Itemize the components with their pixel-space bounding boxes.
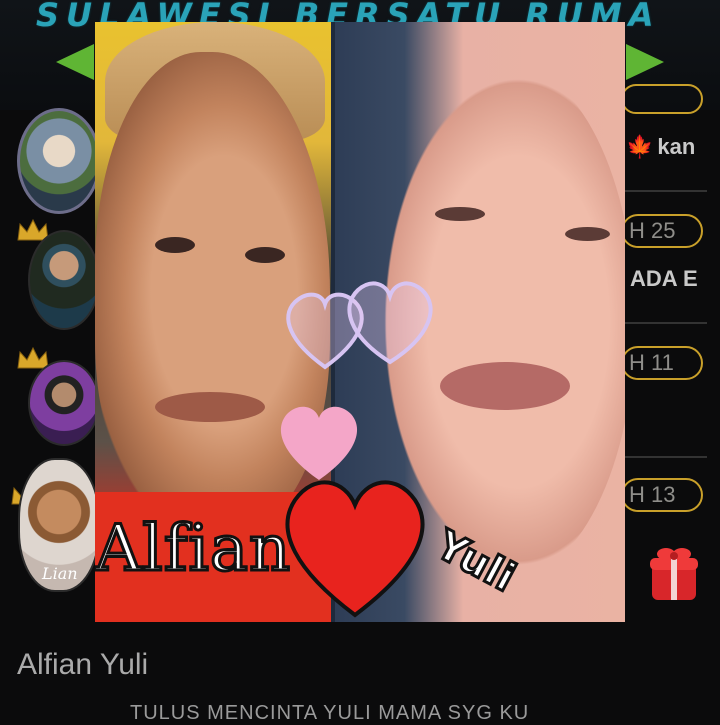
- status-badge: H 13: [621, 478, 703, 512]
- red-heart-icon: [285, 480, 425, 618]
- status-badge: H 25: [621, 214, 703, 248]
- woman-eye: [565, 227, 610, 241]
- maple-leaf-icon: 🍁: [626, 134, 654, 159]
- avatar[interactable]: [17, 108, 101, 214]
- divider: [625, 456, 707, 458]
- left-name-label: Alfian: [95, 511, 292, 588]
- list-item-text: ADA E: [630, 266, 698, 291]
- man-mouth: [155, 392, 265, 422]
- man-eye: [245, 247, 285, 263]
- avatar[interactable]: [28, 230, 100, 330]
- list-item-text: 🍁 kan: [626, 134, 696, 159]
- woman-lips: [440, 362, 570, 410]
- gift-icon[interactable]: [646, 542, 702, 602]
- divider: [625, 322, 707, 324]
- post-image[interactable]: Alfian Yuli: [95, 22, 625, 622]
- man-eye: [155, 237, 195, 253]
- post-title: Alfian Yuli: [17, 648, 149, 681]
- bubble-hearts-icon: [286, 281, 433, 370]
- arrow-left-icon[interactable]: [56, 44, 94, 80]
- post-description: TULUS MENCINTA YULI MAMA SYG KU: [130, 702, 530, 724]
- woman-eye: [435, 207, 485, 221]
- status-badge: H 11: [621, 346, 703, 380]
- arrow-right-icon[interactable]: [626, 44, 664, 80]
- divider: [625, 190, 707, 192]
- avatar-label: Lian: [42, 564, 78, 583]
- avatar[interactable]: [28, 360, 100, 446]
- status-badge: [621, 84, 703, 114]
